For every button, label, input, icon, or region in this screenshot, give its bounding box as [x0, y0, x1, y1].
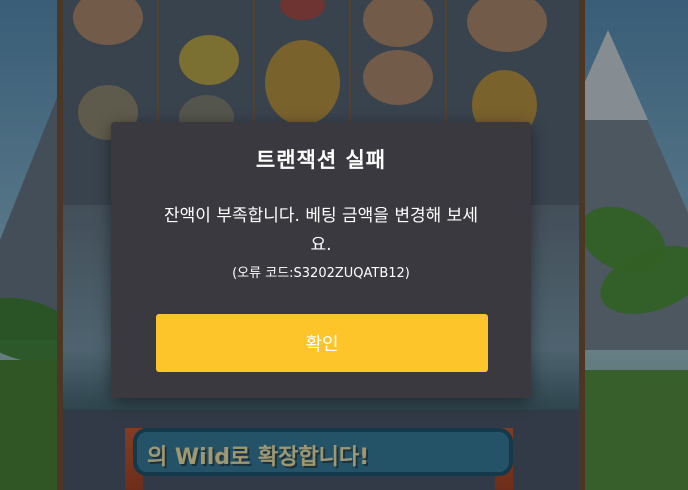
- transaction-failed-dialog: 트랜잭션 실패 잔액이 부족합니다. 베팅 금액을 변경해 보세요. (오류 코…: [111, 122, 531, 398]
- confirm-button[interactable]: 확인: [156, 314, 488, 372]
- dialog-message: 잔액이 부족합니다. 베팅 금액을 변경해 보세요.: [164, 206, 478, 255]
- dialog-title: 트랜잭션 실패: [255, 148, 387, 172]
- error-code: (오류 코드:S3202ZUQATB12): [232, 266, 410, 281]
